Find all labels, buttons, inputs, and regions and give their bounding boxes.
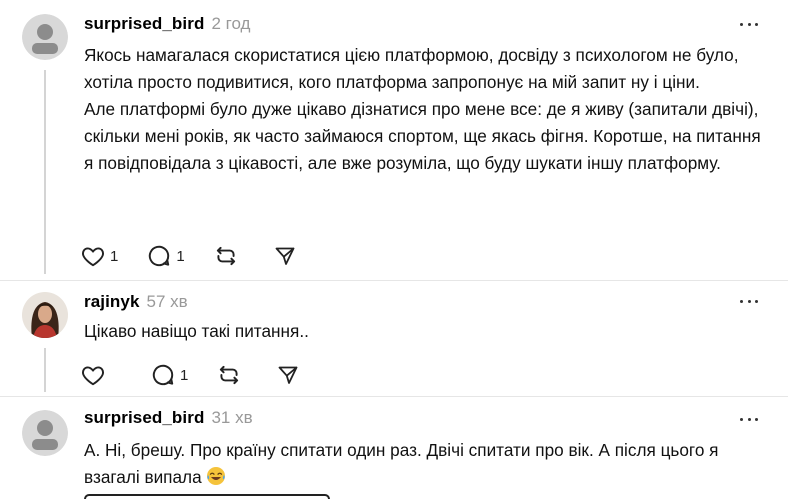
- default-user-avatar-icon: [22, 410, 68, 456]
- heart-icon: [82, 366, 104, 386]
- more-dots-icon[interactable]: [740, 292, 758, 310]
- comment-paragraph: Але платформі було дуже цікаво дізнатися…: [84, 99, 761, 173]
- avatar[interactable]: [22, 14, 68, 60]
- repost-button[interactable]: [216, 360, 242, 390]
- heart-icon: [82, 247, 104, 267]
- face-with-tears-of-joy-icon: [206, 467, 225, 485]
- username[interactable]: rajinyk: [84, 292, 140, 312]
- like-count: 1: [110, 247, 119, 265]
- thread-line: [44, 70, 46, 274]
- profile-photo-icon: [22, 292, 68, 338]
- comment-paragraph: Цікаво навіщо такі питання..: [84, 321, 309, 341]
- comment-text: Цікаво навіщо такі питання..: [84, 318, 774, 345]
- comment-paragraph: А. Ні, брешу. Про країну спитати один ра…: [84, 437, 774, 491]
- comment-text: Якось намагалася скористатися цією платф…: [84, 42, 774, 177]
- like-button[interactable]: [80, 360, 118, 390]
- reply-count: 1: [176, 247, 185, 265]
- reply-button[interactable]: 1: [146, 241, 185, 271]
- comment-header: surprised_bird 2 год: [84, 14, 250, 36]
- comment-icon: [149, 245, 170, 267]
- share-button[interactable]: [273, 241, 297, 271]
- timestamp[interactable]: 57 хв: [147, 292, 188, 312]
- comment-actions: 1 1: [80, 241, 315, 271]
- more-dots-icon[interactable]: [740, 410, 758, 428]
- repost-icon: [216, 246, 235, 266]
- comment-icon: [152, 364, 174, 386]
- thread-line: [44, 348, 46, 392]
- more-dots-icon[interactable]: [740, 15, 758, 33]
- username[interactable]: surprised_bird: [84, 408, 204, 428]
- avatar[interactable]: [22, 410, 68, 456]
- send-icon: [275, 247, 295, 265]
- comment-header: rajinyk 57 хв: [84, 292, 188, 314]
- comment-actions: 1: [80, 360, 318, 390]
- comment-text: А. Ні, брешу. Про країну спитати один ра…: [84, 437, 774, 491]
- repost-icon: [220, 365, 239, 385]
- reply-button[interactable]: 1: [150, 360, 188, 390]
- timestamp[interactable]: 31 хв: [211, 408, 252, 428]
- timestamp[interactable]: 2 год: [211, 14, 250, 34]
- comment-header: surprised_bird 31 хв: [84, 408, 253, 430]
- send-icon: [278, 366, 298, 384]
- repost-button[interactable]: [213, 241, 239, 271]
- default-user-avatar-icon: [22, 14, 68, 60]
- share-button[interactable]: [276, 360, 300, 390]
- comment-2: rajinyk 57 хв Цікаво навіщо такі питання…: [0, 280, 788, 395]
- username[interactable]: surprised_bird: [84, 14, 204, 34]
- comment-text-line: А. Ні, брешу. Про країну спитати один ра…: [84, 440, 719, 487]
- comment-paragraph: Якось намагалася скористатися цією платф…: [84, 45, 739, 92]
- composer-peek[interactable]: [84, 494, 330, 499]
- reply-count: 1: [180, 366, 189, 384]
- avatar[interactable]: [22, 292, 68, 338]
- comment-feed: surprised_bird 2 год Якось намагалася ск…: [0, 0, 788, 499]
- like-button[interactable]: 1: [80, 241, 118, 271]
- comment-3: surprised_bird 31 хв А. Ні, брешу. Про к…: [0, 396, 788, 499]
- comment-1: surprised_bird 2 год Якось намагалася ск…: [0, 0, 788, 279]
